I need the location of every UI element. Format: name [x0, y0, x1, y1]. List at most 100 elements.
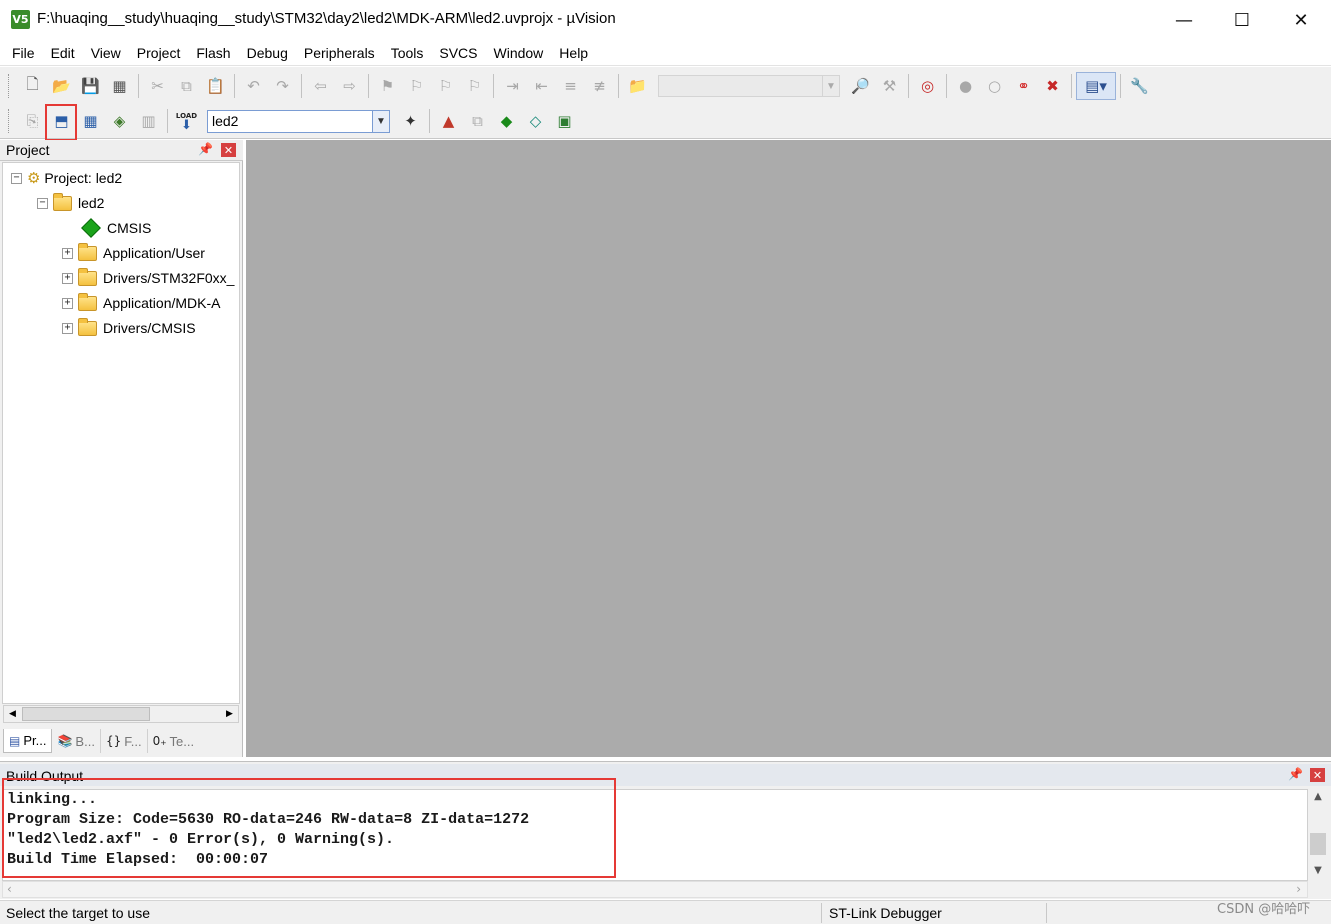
output-line: Build Time Elapsed: 00:00:07 — [7, 851, 269, 868]
pin-icon[interactable]: 📌 — [1288, 767, 1303, 781]
project-tree-hscrollbar[interactable]: ◀ ▶ — [3, 705, 239, 723]
menu-help[interactable]: Help — [551, 42, 596, 64]
collapse-icon[interactable]: − — [11, 172, 22, 184]
select-software-packs-icon[interactable]: ◇ — [521, 107, 550, 135]
nav-forward-icon[interactable]: ⇨ — [335, 72, 364, 100]
translate-icon[interactable]: ⎘ — [18, 107, 47, 135]
expand-icon[interactable]: + — [62, 247, 73, 259]
pin-icon[interactable]: 📌 — [198, 142, 213, 156]
close-build-output-button[interactable]: ✕ — [1310, 768, 1325, 782]
save-all-icon[interactable]: ▦ — [105, 72, 134, 100]
scroll-up-icon[interactable]: ▲ — [1308, 791, 1328, 805]
unindent-icon[interactable]: ⇤ — [527, 72, 556, 100]
folder-icon — [78, 317, 97, 336]
find-in-files-icon[interactable]: 📁 — [623, 72, 652, 100]
download-load-icon[interactable]: LOAD ⬇ — [172, 107, 201, 135]
open-file-icon[interactable]: 📂 — [47, 72, 76, 100]
run-time-environment-icon[interactable]: ◆ — [492, 107, 521, 135]
menu-edit[interactable]: Edit — [43, 42, 83, 64]
menu-tools[interactable]: Tools — [383, 42, 432, 64]
close-window-button[interactable]: ✕ — [1272, 0, 1330, 40]
scroll-left-icon[interactable]: ◀ — [4, 706, 21, 722]
clear-bookmarks-icon[interactable]: ⚐ — [460, 72, 489, 100]
menu-window[interactable]: Window — [486, 42, 552, 64]
rebuild-icon[interactable]: ▦ — [76, 107, 105, 135]
find-icon[interactable]: 🔎 — [846, 72, 875, 100]
nav-back-icon[interactable]: ⇦ — [306, 72, 335, 100]
build-icon[interactable]: ⬒ — [47, 107, 76, 135]
maximize-button[interactable]: ☐ — [1213, 0, 1271, 40]
cut-icon[interactable]: ✂ — [143, 72, 172, 100]
editor-area[interactable] — [246, 140, 1331, 757]
tree-row-target[interactable]: − led2 — [37, 191, 104, 215]
scroll-left-icon[interactable]: ‹ — [7, 882, 12, 896]
toolbar-grip[interactable] — [8, 74, 12, 98]
scroll-right-icon[interactable]: › — [1296, 882, 1301, 896]
save-icon[interactable]: 💾 — [76, 72, 105, 100]
indent-icon[interactable]: ⇥ — [498, 72, 527, 100]
manage-components-icon[interactable]: ⧉ — [463, 107, 492, 135]
pack-installer-icon[interactable]: ▣ — [550, 107, 579, 135]
tree-row-application-mdk[interactable]: + Application/MDK-A — [62, 291, 221, 315]
batch-build-icon[interactable]: ◈ — [105, 107, 134, 135]
menu-flash[interactable]: Flash — [188, 42, 238, 64]
find-combo[interactable]: ▼ — [658, 75, 840, 97]
file-extensions-icon[interactable]: ▲ — [434, 107, 463, 135]
scroll-thumb[interactable] — [1310, 833, 1326, 855]
paste-icon[interactable]: 📋 — [201, 72, 230, 100]
redo-icon[interactable]: ↷ — [268, 72, 297, 100]
menu-file[interactable]: File — [4, 42, 43, 64]
menu-project[interactable]: Project — [129, 42, 189, 64]
build-output-vscrollbar[interactable]: ▲ ▼ — [1308, 789, 1328, 881]
menu-peripherals[interactable]: Peripherals — [296, 42, 383, 64]
insert-breakpoint-icon[interactable]: ● — [951, 72, 980, 100]
select-target-dropdown[interactable]: led2 ▼ — [207, 109, 390, 133]
tree-row-project-root[interactable]: − ⚙ Project: led2 — [11, 166, 122, 190]
scroll-thumb[interactable] — [22, 707, 150, 721]
kill-breakpoints-icon[interactable]: ✖ — [1038, 72, 1067, 100]
chevron-down-icon[interactable]: ▼ — [822, 76, 839, 96]
configure-wrench-icon[interactable]: 🔧 — [1125, 72, 1154, 100]
expand-icon[interactable]: + — [62, 322, 73, 334]
project-panel-header: Project 📌 ✕ — [0, 140, 243, 161]
stop-build-icon[interactable]: ▥ — [134, 107, 163, 135]
expand-icon[interactable]: + — [62, 297, 73, 309]
toolbar-separator — [1071, 74, 1072, 98]
tab-templates[interactable]: 0₊ Te... — [148, 729, 200, 753]
chevron-down-icon[interactable]: ▼ — [372, 110, 389, 132]
new-file-icon[interactable]: 🗋 — [18, 72, 47, 100]
incremental-find-icon[interactable]: ⚒ — [875, 72, 904, 100]
collapse-icon[interactable]: − — [37, 197, 48, 209]
build-output-hscrollbar[interactable]: ‹ › — [2, 881, 1308, 898]
menu-svcs[interactable]: SVCS — [431, 42, 485, 64]
comment-icon[interactable]: ≡ — [556, 72, 585, 100]
next-bookmark-icon[interactable]: ⚐ — [431, 72, 460, 100]
bookmark-icon[interactable]: ⚑ — [373, 72, 402, 100]
tree-row-drivers-stm32[interactable]: + Drivers/STM32F0xx_ — [62, 266, 234, 290]
toolbar-grip[interactable] — [8, 109, 12, 133]
menu-debug[interactable]: Debug — [239, 42, 296, 64]
tab-project[interactable]: ▤ Pr... — [3, 729, 53, 753]
tree-row-drivers-cmsis[interactable]: + Drivers/CMSIS — [62, 316, 196, 340]
copy-icon[interactable]: ⧉ — [172, 72, 201, 100]
undo-icon[interactable]: ↶ — [239, 72, 268, 100]
menu-view[interactable]: View — [83, 42, 129, 64]
minimize-button[interactable]: — — [1155, 0, 1213, 40]
uncomment-icon[interactable]: ≢ — [585, 72, 614, 100]
window-layout-icon[interactable]: ▤▾ — [1076, 72, 1116, 100]
scroll-right-icon[interactable]: ▶ — [221, 706, 238, 722]
close-panel-button[interactable]: ✕ — [221, 143, 236, 157]
build-output-text[interactable]: linking... Program Size: Code=5630 RO-da… — [2, 789, 1308, 881]
expand-icon[interactable]: + — [62, 272, 73, 284]
prev-bookmark-icon[interactable]: ⚐ — [402, 72, 431, 100]
tree-row-cmsis[interactable]: CMSIS — [80, 216, 151, 240]
tab-functions[interactable]: {} F... — [101, 729, 148, 753]
scroll-down-icon[interactable]: ▼ — [1308, 865, 1328, 879]
toolbar-separator — [908, 74, 909, 98]
tree-row-application-user[interactable]: + Application/User — [62, 241, 205, 265]
start-debug-icon[interactable]: ◎ — [913, 72, 942, 100]
enable-breakpoint-icon[interactable]: ○ — [980, 72, 1009, 100]
disable-breakpoints-icon[interactable]: ⚭ — [1009, 72, 1038, 100]
target-options-wand-icon[interactable]: ✦ — [396, 107, 425, 135]
tab-books[interactable]: 📚 B... — [52, 729, 101, 753]
